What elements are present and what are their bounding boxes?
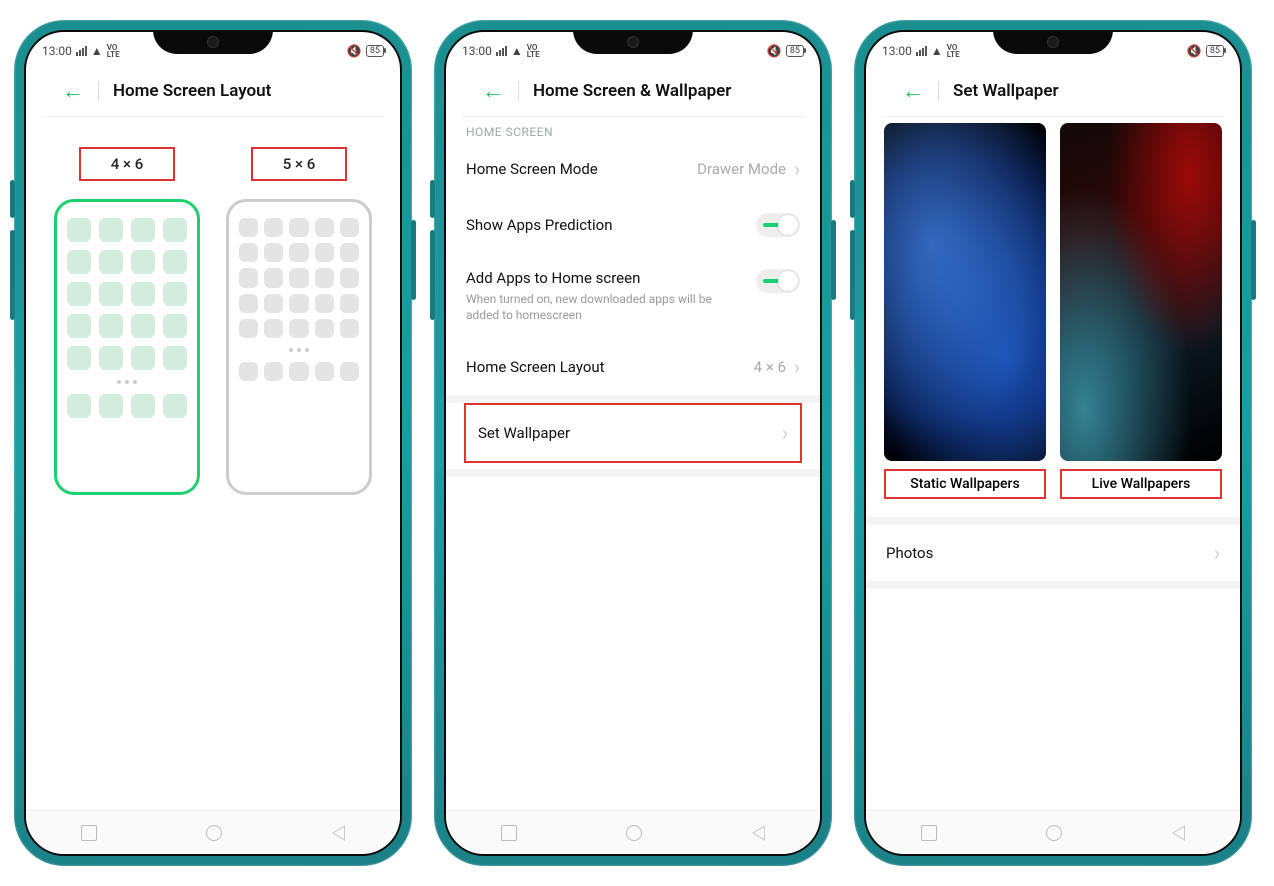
nav-recents-icon[interactable] [921,825,937,841]
wallpaper-label-live: Live Wallpapers [1060,469,1222,499]
chevron-right-icon: › [794,355,800,379]
wallpaper-card-static[interactable]: Static Wallpapers [884,123,1046,499]
nav-recents-icon[interactable] [81,825,97,841]
notch [153,30,273,54]
mute-icon: 🔇 [347,44,362,58]
back-button[interactable]: ← [62,78,84,104]
nav-back-icon[interactable] [1172,825,1185,841]
nav-back-icon[interactable] [752,825,765,841]
layout-label-4x6: 4 × 6 [79,147,176,181]
highlight-set-wallpaper: Set Wallpaper › [464,403,802,463]
navbar [26,810,400,854]
phone-mock-3: 13:00 ▲ VOLTE 🔇85 ← Set Wallpaper Static… [854,20,1252,866]
row-set-wallpaper[interactable]: Set Wallpaper › [466,405,800,461]
nav-home-icon[interactable] [626,825,642,841]
volte-icon: VOLTE [107,44,120,58]
titlebar: ← Home Screen Layout [42,64,384,117]
back-button[interactable]: ← [902,78,924,104]
page-title: Home Screen Layout [113,81,271,101]
wallpaper-thumb-static [884,123,1046,461]
phone-mock-2: 13:00 ▲ VOLTE 🔇85 ← Home Screen & Wallpa… [434,20,832,866]
layout-option-5x6[interactable]: 5 × 6 [226,147,372,495]
row-home-screen-mode[interactable]: Home Screen Mode Drawer Mode› [446,141,820,197]
section-header: HOME SCREEN [446,117,820,141]
wallpaper-label-static: Static Wallpapers [884,469,1046,499]
wallpaper-thumb-live [1060,123,1222,461]
layout-option-4x6[interactable]: 4 × 6 [54,147,200,495]
toggle-add-apps[interactable] [756,269,800,293]
row-show-apps-prediction[interactable]: Show Apps Prediction [446,197,820,253]
signal-icon [76,46,87,56]
chevron-right-icon: › [782,421,788,445]
status-time: 13:00 [42,44,72,58]
battery-icon: 85 [366,45,384,57]
wallpaper-card-live[interactable]: Live Wallpapers [1060,123,1222,499]
nav-back-icon[interactable] [332,825,345,841]
chevron-right-icon: › [794,157,800,181]
nav-home-icon[interactable] [206,825,222,841]
page-title: Set Wallpaper [953,81,1059,101]
chevron-right-icon: › [1214,541,1220,565]
toggle-apps-prediction[interactable] [756,213,800,237]
row-add-apps-home[interactable]: Add Apps to Home screen When turned on, … [446,253,820,339]
nav-recents-icon[interactable] [501,825,517,841]
wifi-icon: ▲ [91,44,103,58]
layout-label-5x6: 5 × 6 [251,147,348,181]
row-home-screen-layout[interactable]: Home Screen Layout 4 × 6› [446,339,820,395]
back-button[interactable]: ← [482,78,504,104]
nav-home-icon[interactable] [1046,825,1062,841]
row-photos[interactable]: Photos › [866,525,1240,581]
phone-mock-1: 13:00 ▲ VOLTE 🔇 85 ← Home Screen Layout … [14,20,412,866]
page-title: Home Screen & Wallpaper [533,81,731,101]
